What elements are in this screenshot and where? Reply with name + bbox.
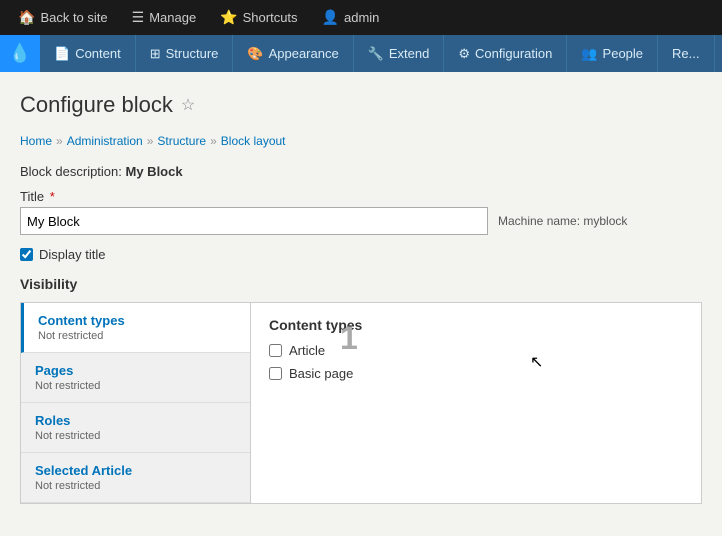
basic-page-checkbox[interactable] xyxy=(269,367,282,380)
article-checkbox[interactable] xyxy=(269,344,282,357)
manage-button[interactable]: ☰ Manage xyxy=(122,5,207,30)
visibility-label: Visibility xyxy=(20,276,702,292)
extend-icon: 🔧 xyxy=(368,46,384,62)
visibility-section: Visibility Content types Not restricted … xyxy=(20,276,702,504)
nav-people[interactable]: 👥 People xyxy=(567,35,658,72)
breadcrumb: Home » Administration » Structure » Bloc… xyxy=(20,134,702,148)
tab-roles[interactable]: Roles Not restricted xyxy=(21,403,250,453)
display-title-label: Display title xyxy=(39,247,105,262)
bookmark-icon[interactable]: ☆ xyxy=(181,95,195,115)
visibility-tab-content: Content types Article Basic page xyxy=(251,303,701,503)
nav-extend[interactable]: 🔧 Extend xyxy=(354,35,445,72)
tab-content-types[interactable]: Content types Not restricted xyxy=(21,303,250,353)
title-input[interactable] xyxy=(20,207,488,235)
article-label: Article xyxy=(289,343,325,358)
breadcrumb-sep-2: » xyxy=(147,134,154,148)
content-icon: 📄 xyxy=(54,46,70,62)
page-title: Configure block ☆ xyxy=(20,92,702,118)
drupal-logo[interactable]: 💧 xyxy=(0,35,40,72)
display-title-row: Display title xyxy=(20,247,702,262)
nav-content[interactable]: 📄 Content xyxy=(40,35,136,72)
content-type-basic-page-row: Basic page xyxy=(269,366,683,381)
basic-page-label: Basic page xyxy=(289,366,353,381)
visibility-container: Content types Not restricted Pages Not r… xyxy=(20,302,702,504)
content-type-article-row: Article xyxy=(269,343,683,358)
required-marker: * xyxy=(50,189,55,204)
structure-icon: ⊞ xyxy=(150,46,161,62)
user-icon: 👤 xyxy=(322,9,339,26)
visibility-tabs-sidebar: Content types Not restricted Pages Not r… xyxy=(21,303,251,503)
admin-user-button[interactable]: 👤 admin xyxy=(312,5,390,30)
content-types-title: Content types xyxy=(269,317,683,333)
breadcrumb-home[interactable]: Home xyxy=(20,134,52,148)
breadcrumb-sep-1: » xyxy=(56,134,63,148)
tab-pages[interactable]: Pages Not restricted xyxy=(21,353,250,403)
block-description-row: Block description: My Block xyxy=(20,164,702,179)
display-title-checkbox[interactable] xyxy=(20,248,33,261)
nav-structure[interactable]: ⊞ Structure xyxy=(136,35,234,72)
nav-reports[interactable]: Re... xyxy=(658,35,714,72)
nav-configuration[interactable]: ⚙ Configuration xyxy=(444,35,567,72)
shortcuts-icon: ⭐ xyxy=(220,9,237,26)
tab-selected-article[interactable]: Selected Article Not restricted xyxy=(21,453,250,503)
configuration-icon: ⚙ xyxy=(458,46,470,62)
admin-bar: 🏠 Back to site ☰ Manage ⭐ Shortcuts 👤 ad… xyxy=(0,0,722,35)
drupal-icon: 💧 xyxy=(9,43,31,64)
people-icon: 👥 xyxy=(581,46,597,62)
title-label: Title * xyxy=(20,189,702,204)
page-content: Configure block ☆ Home » Administration … xyxy=(0,72,722,536)
back-to-site-button[interactable]: 🏠 Back to site xyxy=(8,5,118,30)
breadcrumb-structure[interactable]: Structure xyxy=(157,134,206,148)
appearance-icon: 🎨 xyxy=(247,46,263,62)
secondary-nav: 💧 📄 Content ⊞ Structure 🎨 Appearance 🔧 E… xyxy=(0,35,722,72)
title-field-row: Title * Machine name: myblock xyxy=(20,189,702,235)
menu-icon: ☰ xyxy=(132,9,145,26)
home-icon: 🏠 xyxy=(18,9,35,26)
shortcuts-button[interactable]: ⭐ Shortcuts xyxy=(210,5,307,30)
nav-appearance[interactable]: 🎨 Appearance xyxy=(233,35,353,72)
breadcrumb-block-layout[interactable]: Block layout xyxy=(221,134,286,148)
machine-name-label: Machine name: myblock xyxy=(498,214,627,228)
breadcrumb-administration[interactable]: Administration xyxy=(67,134,143,148)
breadcrumb-sep-3: » xyxy=(210,134,217,148)
